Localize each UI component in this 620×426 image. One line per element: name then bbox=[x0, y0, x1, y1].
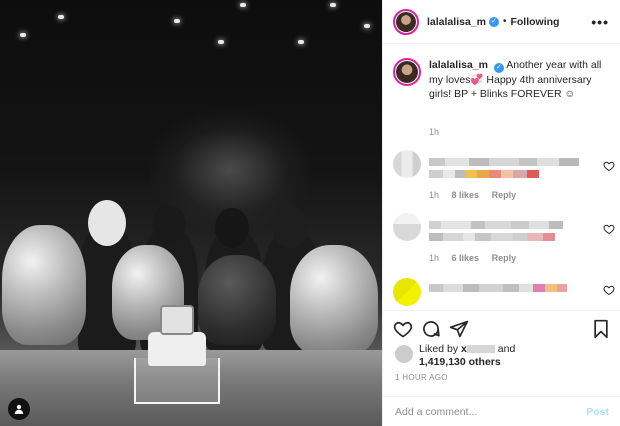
comment-time: 1h bbox=[429, 253, 440, 263]
comment-heart-icon[interactable] bbox=[603, 160, 615, 172]
caption-avatar[interactable] bbox=[393, 58, 421, 86]
ceiling-lamp bbox=[20, 33, 26, 37]
comment-heart-icon[interactable] bbox=[603, 284, 615, 296]
commenter-avatar[interactable] bbox=[393, 213, 421, 241]
blurred-comment-text bbox=[429, 158, 579, 166]
liked-by: Liked by x and 1,419,130 others bbox=[395, 343, 515, 369]
commenter-avatar[interactable] bbox=[393, 150, 421, 178]
comment-likes[interactable]: 8 likes bbox=[452, 190, 480, 200]
heart-icon[interactable] bbox=[393, 319, 413, 339]
post-actions: Liked by x and 1,419,130 others 1 HOUR A… bbox=[383, 310, 620, 426]
blurred-comment-text bbox=[429, 170, 539, 178]
post-comment-button[interactable]: Post bbox=[586, 406, 609, 418]
following-button[interactable]: Following bbox=[510, 16, 559, 28]
comment-meta: 1h 8 likes Reply bbox=[429, 190, 516, 200]
cake-photo-topper bbox=[160, 305, 194, 335]
add-comment-input[interactable] bbox=[395, 406, 587, 418]
flower-bouquet bbox=[198, 255, 276, 345]
share-icon[interactable] bbox=[449, 319, 469, 339]
caption: lalalalisa_m ✓ Another year with all my … bbox=[393, 58, 613, 101]
ceiling-lamp bbox=[174, 19, 180, 23]
comment-meta: 1h 6 likes Reply bbox=[429, 253, 516, 263]
comment-icon[interactable] bbox=[421, 319, 441, 339]
comment-box: Post bbox=[383, 396, 620, 426]
likes-count[interactable]: 1,419,130 others bbox=[419, 356, 501, 368]
comment-reply-button[interactable]: Reply bbox=[492, 253, 517, 263]
flower-bouquet bbox=[2, 225, 86, 345]
commenter-avatar[interactable] bbox=[393, 278, 421, 306]
caption-username[interactable]: lalalalisa_m bbox=[429, 59, 488, 71]
liker-name[interactable]: x bbox=[461, 343, 495, 355]
ceiling-lamp bbox=[240, 3, 246, 7]
post-timestamp[interactable]: 1 HOUR AGO bbox=[395, 373, 448, 382]
blurred-comment-text bbox=[429, 284, 567, 292]
post-header: lalalalisa_m ✓ • Following ••• bbox=[383, 0, 620, 44]
ceiling-lamp bbox=[298, 40, 304, 44]
ceiling-lamp bbox=[58, 15, 64, 19]
comment-reply-button[interactable]: Reply bbox=[492, 190, 517, 200]
post-photo[interactable] bbox=[0, 0, 382, 426]
person-head bbox=[272, 206, 308, 248]
post-side-panel: lalalalisa_m ✓ • Following ••• lalalalis… bbox=[382, 0, 620, 426]
blurred-comment-text bbox=[429, 221, 563, 229]
person-head bbox=[88, 200, 126, 246]
header-username[interactable]: lalalalisa_m bbox=[427, 16, 486, 28]
ceiling-lamp bbox=[330, 3, 336, 7]
profile-avatar[interactable] bbox=[393, 8, 419, 35]
verified-icon: ✓ bbox=[493, 63, 504, 73]
user-tag-icon[interactable] bbox=[8, 398, 30, 420]
bookmark-icon[interactable] bbox=[591, 319, 611, 339]
person-head bbox=[215, 208, 249, 248]
ceiling-lamp bbox=[218, 40, 224, 44]
person-head bbox=[152, 205, 186, 245]
comment-likes[interactable]: 6 likes bbox=[452, 253, 480, 263]
comment-time: 1h bbox=[429, 190, 440, 200]
separator-dot: • bbox=[502, 16, 507, 27]
liker-avatar[interactable] bbox=[395, 345, 413, 363]
caption-time: 1h bbox=[429, 127, 440, 137]
ceiling-lamp bbox=[364, 24, 370, 28]
comment-heart-icon[interactable] bbox=[603, 223, 615, 235]
blurred-comment-text bbox=[429, 233, 555, 241]
more-icon[interactable]: ••• bbox=[591, 14, 609, 30]
flower-bouquet bbox=[290, 245, 378, 355]
verified-icon: ✓ bbox=[488, 16, 499, 27]
liked-by-suffix: and bbox=[494, 343, 516, 355]
liked-by-prefix: Liked by bbox=[419, 343, 462, 355]
cake bbox=[148, 332, 206, 366]
